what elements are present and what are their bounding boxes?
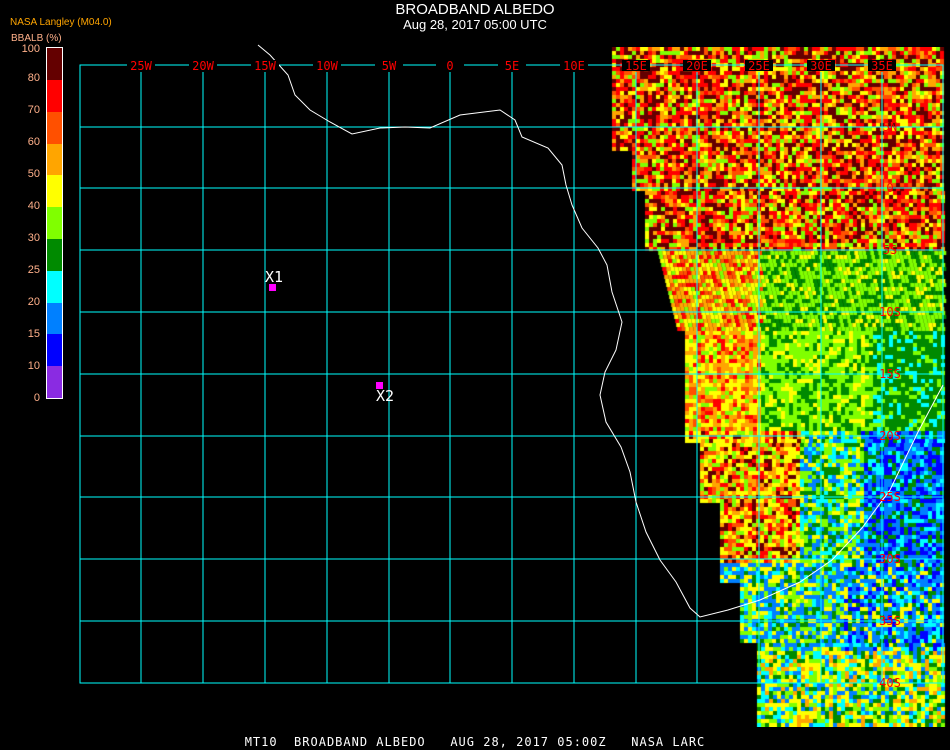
colorbar-segment	[47, 175, 62, 208]
colorbar-tick-label: 40	[27, 200, 40, 212]
colorbar-segment	[47, 302, 62, 335]
colorbar-segment	[47, 334, 62, 367]
colorbar-tick-label: 50	[27, 168, 40, 180]
colorbar-segment	[47, 366, 62, 398]
footer-caption: MT10 BROADBAND ALBEDO AUG 28, 2017 05:00…	[244, 735, 706, 749]
albedo-satellite-image	[0, 47, 950, 727]
marker-x2-label: X2	[376, 387, 395, 405]
colorbar-tick-label: 70	[27, 104, 40, 116]
colorbar-segment	[47, 79, 62, 112]
map-title: BROADBAND ALBEDO	[395, 1, 555, 18]
colorbar-tick-label: 0	[33, 392, 40, 404]
colorbar-tick-label: 10	[27, 360, 40, 372]
colorbar	[46, 47, 63, 399]
colorbar-segment	[47, 270, 62, 303]
colorbar-tick-label: 60	[27, 136, 40, 148]
colorbar-tick-label: 20	[27, 296, 40, 308]
colorbar-segment	[47, 207, 62, 239]
colorbar-segment	[47, 48, 62, 80]
colorbar-tick-label: 30	[27, 232, 40, 244]
colorbar-tick-label: 80	[27, 72, 40, 84]
colorbar-segment	[47, 238, 62, 271]
colorbar-tick-label: 25	[27, 264, 40, 276]
colorbar-segment	[47, 143, 62, 176]
colorbar-segment	[47, 111, 62, 144]
map-timestamp: Aug 28, 2017 05:00 UTC	[403, 17, 547, 32]
colorbar-tick-label: 15	[27, 328, 40, 340]
colorbar-tick-label: 100	[21, 43, 40, 55]
data-source-label: NASA Langley (M04.0)	[10, 17, 112, 28]
marker-x1[interactable]	[269, 284, 276, 291]
